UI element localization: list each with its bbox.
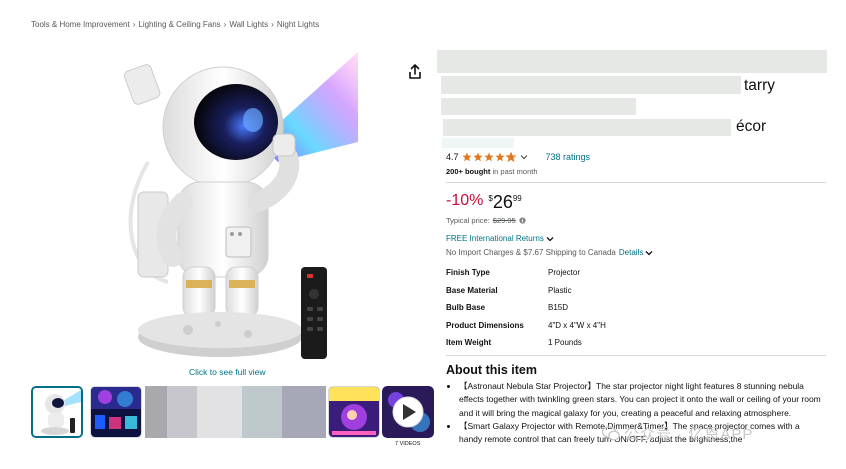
breadcrumb-item-wall-lights[interactable]: Wall Lights: [229, 20, 268, 29]
star-rating[interactable]: [461, 152, 518, 162]
spec-key: Base Material: [446, 285, 498, 295]
spec-key: Product Dimensions: [446, 320, 524, 330]
spec-row: Product Dimensions 4"D x 4"W x 4"H: [446, 317, 606, 335]
rating-value: 4.7: [446, 152, 459, 162]
rating-row: 4.7 738 ratings: [446, 152, 590, 162]
spec-row: Bulb Base B15D: [446, 299, 606, 317]
title-fragment: écor: [736, 118, 767, 135]
breadcrumb-item-night-lights[interactable]: Night Lights: [277, 20, 319, 29]
returns-label: FREE International Returns: [446, 234, 544, 243]
thumbnail-room-scene[interactable]: [90, 386, 142, 438]
spec-row: Finish Type Projector: [446, 264, 606, 282]
breadcrumb-item-lighting[interactable]: Lighting & Ceiling Fans: [138, 20, 220, 29]
bought-suffix: in past month: [490, 167, 538, 176]
spec-value: 4"D x 4"W x 4"H: [548, 320, 606, 330]
spec-key: Finish Type: [446, 268, 490, 278]
typical-price: Typical price: $29.95: [446, 216, 526, 225]
product-specs-table: Finish Type Projector Base Material Plasti…: [446, 264, 606, 352]
breadcrumb-separator: ›: [271, 20, 274, 29]
price-fraction: 99: [512, 194, 522, 203]
thumbnail-redacted-group[interactable]: [145, 386, 326, 438]
price-whole: 26: [492, 192, 513, 212]
title-redaction: [442, 138, 514, 148]
spec-key: Bulb Base: [446, 303, 486, 313]
divider: [446, 355, 826, 356]
spec-value: B15D: [548, 303, 569, 313]
zoom-caption[interactable]: Click to see full view: [189, 367, 266, 377]
title-redaction: [441, 98, 636, 115]
title-redaction: [437, 50, 827, 73]
about-bullet: 【Astronaut Nebula Star Projector】The sta…: [459, 380, 824, 420]
thumbnail-video[interactable]: [382, 386, 434, 438]
info-icon[interactable]: [519, 217, 526, 224]
product-title: tarry écor: [437, 50, 829, 148]
price-block: -10% $ 26 99: [446, 191, 522, 213]
watermark-text: 公众号 · 亿恩APP: [624, 426, 754, 443]
breadcrumb-separator: ›: [223, 20, 227, 29]
chevron-down-icon[interactable]: [520, 153, 528, 161]
divider: [446, 182, 826, 183]
shipping-text: No Import Charges & $7.67 Shipping to Ca…: [446, 248, 616, 257]
bought-in-past-month: 200+ bought in past month: [446, 167, 538, 176]
spec-value: 1 Pounds: [548, 338, 582, 348]
breadcrumb-separator: ›: [132, 20, 136, 29]
typical-price-value: $29.95: [492, 216, 516, 225]
share-icon[interactable]: [408, 64, 422, 80]
spec-key: Item Weight: [446, 338, 492, 348]
video-count-label: 7 VIDEOS: [395, 441, 421, 447]
spec-value: Projector: [548, 268, 581, 278]
shipping-info: No Import Charges & $7.67 Shipping to Ca…: [446, 248, 653, 257]
main-product-image[interactable]: [108, 52, 358, 362]
thumbnail-lifestyle[interactable]: [328, 386, 380, 438]
spec-row: Item Weight 1 Pounds: [446, 334, 606, 352]
title-fragment: tarry: [744, 77, 775, 94]
bought-count: 200+ bought: [446, 167, 491, 176]
free-returns-link[interactable]: FREE International Returns: [446, 234, 554, 243]
title-redaction: [443, 119, 731, 136]
discount-percent: -10%: [446, 192, 484, 209]
watermark: 公众号 · 亿恩APP: [602, 423, 753, 444]
typical-price-label: Typical price:: [446, 216, 490, 225]
spec-value: Plastic: [548, 285, 572, 295]
chevron-down-icon[interactable]: [645, 249, 653, 257]
ratings-count-link[interactable]: 738 ratings: [546, 152, 591, 162]
breadcrumb: Tools & Home Improvement › Lighting & Ce…: [31, 20, 319, 29]
title-redaction: [441, 76, 741, 94]
wechat-icon: [602, 426, 620, 441]
spec-row: Base Material Plastic: [446, 282, 606, 300]
about-heading: About this item: [446, 363, 537, 377]
thumbnail-astronaut[interactable]: [31, 386, 83, 438]
shipping-details-link[interactable]: Details: [619, 248, 643, 257]
breadcrumb-item-tools[interactable]: Tools & Home Improvement: [31, 20, 130, 29]
chevron-down-icon: [546, 236, 554, 241]
